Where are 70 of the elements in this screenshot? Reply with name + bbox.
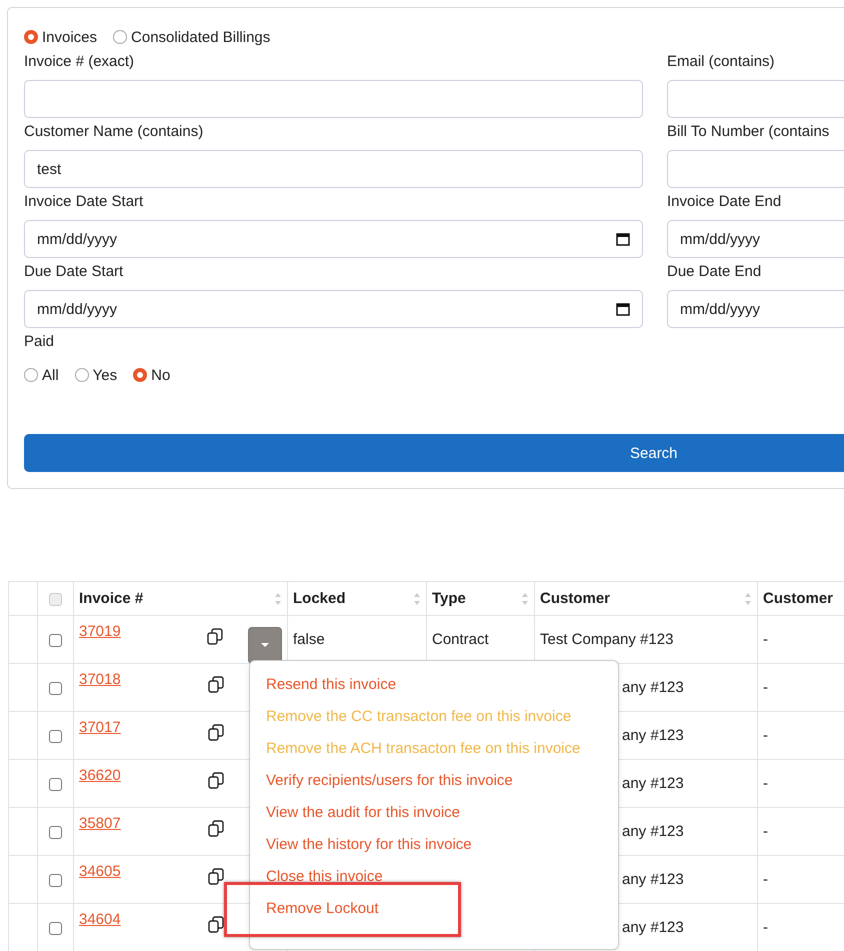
column-header[interactable]: Customer [540, 590, 610, 607]
table-cell: - [763, 823, 768, 840]
table-cell: - [763, 631, 768, 648]
table-cell: Contract [432, 631, 489, 648]
menu-item[interactable]: View the history for this invoice [250, 829, 472, 861]
copy-icon[interactable] [208, 916, 224, 933]
search-button[interactable]: Search [24, 434, 844, 472]
copy-icon[interactable] [207, 628, 224, 645]
table-cell-text: any #123 [621, 919, 684, 936]
copy-icon[interactable] [208, 724, 224, 741]
menu-item[interactable]: Close this invoice [250, 861, 383, 893]
row-checkbox[interactable] [49, 634, 62, 647]
field-label: Due Date Start [24, 262, 124, 282]
menu-item[interactable]: View the audit for this invoice [250, 797, 460, 829]
menu-item[interactable]: Resend this invoice [250, 669, 396, 701]
menu-item[interactable]: Remove Lockout [250, 893, 379, 925]
caret-icon [261, 643, 270, 648]
radio-button[interactable] [24, 368, 38, 382]
table-cell: - [763, 871, 768, 888]
radio-label[interactable]: Yes [92, 366, 118, 384]
column-header[interactable]: Type [432, 590, 466, 607]
radio-button[interactable] [113, 30, 128, 44]
date-field[interactable]: mm/dd/yyyy [24, 290, 643, 328]
row-checkbox[interactable] [49, 682, 62, 695]
field-label: Email (contains) [667, 52, 776, 72]
row-checkbox[interactable] [49, 922, 62, 935]
row-checkbox[interactable] [49, 730, 62, 743]
radio-button[interactable] [133, 368, 148, 382]
table-cell: - [763, 919, 768, 936]
radio-button[interactable] [74, 368, 89, 382]
row-checkbox[interactable] [49, 778, 62, 791]
column-header[interactable]: Invoice # [79, 590, 144, 607]
table-cell-text: any #123 [621, 679, 684, 696]
menu-item[interactable]: Verify recipients/users for this invoice [250, 765, 513, 797]
field-label: Paid [24, 332, 56, 352]
radio-label[interactable]: No [151, 366, 170, 384]
date-field[interactable]: mm/dd/yyyy [24, 220, 643, 258]
table-cell: - [763, 679, 768, 696]
radio-label[interactable]: Consolidated Billings [131, 28, 270, 46]
table-cell-text: any #123 [621, 871, 684, 888]
radio-label[interactable]: Invoices [42, 28, 98, 46]
table-cell: - [763, 727, 768, 744]
table-cell-text: any #123 [621, 727, 684, 744]
table-cell: - [763, 775, 768, 792]
copy-icon[interactable] [208, 676, 224, 693]
date-field[interactable]: mm/dd/yyyy [667, 290, 844, 328]
dropdown-toggle[interactable] [248, 627, 282, 662]
table-cell: false [293, 631, 325, 648]
field-label: Due Date End [667, 262, 762, 282]
field-label: Invoice Date End [667, 192, 782, 212]
copy-icon[interactable] [208, 868, 224, 885]
calendar-icon[interactable] [616, 232, 630, 246]
table-cell: Test Company #123 [540, 631, 674, 648]
radio-label[interactable]: All [42, 366, 59, 384]
copy-icon[interactable] [208, 820, 224, 837]
field-label: Invoice # (exact) [24, 52, 136, 72]
field-label: Customer Name (contains) [24, 122, 204, 142]
date-field[interactable]: mm/dd/yyyy [667, 220, 844, 258]
column-header[interactable]: Locked [293, 590, 346, 607]
field-label: Bill To Number (contains [667, 122, 830, 142]
table-cell-text: any #123 [621, 823, 684, 840]
input-field[interactable] [24, 80, 643, 118]
table-cell-text: any #123 [621, 775, 684, 792]
copy-icon[interactable] [208, 772, 224, 789]
row-checkbox[interactable] [49, 826, 62, 839]
calendar-icon[interactable] [616, 302, 630, 316]
radio-button[interactable] [24, 30, 38, 44]
field-label: Invoice Date Start [24, 192, 144, 212]
row-checkbox[interactable] [49, 874, 62, 887]
input-field[interactable]: test [24, 150, 643, 188]
